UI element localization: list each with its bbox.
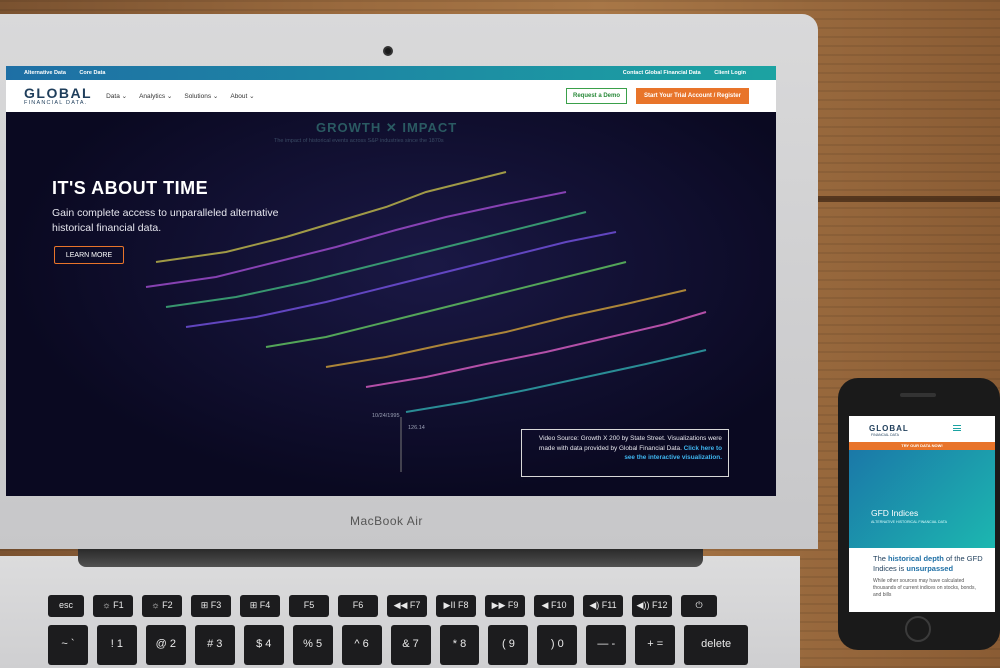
keyboard: esc ☼ F1 ☼ F2 ⊞ F3 ⊞ F4 F5 F6 ◀◀ F7 ▶II … xyxy=(48,595,749,668)
topbar-link-alternative-data[interactable]: Alternative Data xyxy=(24,70,66,76)
series-line xyxy=(325,289,687,368)
hero-title: IT'S ABOUT TIME xyxy=(52,178,209,198)
video-source-box: Video Source: Growth X 200 by State Stre… xyxy=(521,429,729,477)
hamburger-menu-icon[interactable] xyxy=(953,425,961,431)
phone-home-button[interactable] xyxy=(905,616,931,642)
phone-heading-pre: The xyxy=(873,554,889,563)
series-line xyxy=(405,349,707,413)
phone-speaker xyxy=(900,393,936,397)
key-f12[interactable]: ◀)) F12 xyxy=(632,595,672,617)
key-1[interactable]: ! 1 xyxy=(96,625,137,665)
site-logo[interactable]: GLOBAL FINANCIAL DATA. xyxy=(24,86,92,107)
key-f11[interactable]: ◀) F11 xyxy=(583,595,623,617)
key-f5[interactable]: F5 xyxy=(289,595,329,617)
key-f3[interactable]: ⊞ F3 xyxy=(191,595,231,617)
top-utility-bar: Alternative Data Core Data Contact Globa… xyxy=(6,66,776,80)
phone-body-text: While other sources may have calculated … xyxy=(873,578,976,598)
hero-section: GROWTH ✕ IMPACT The impact of historical… xyxy=(6,112,776,496)
series-line xyxy=(265,261,627,348)
key-equals[interactable]: + = xyxy=(635,625,676,665)
topbar-link-contact[interactable]: Contact Global Financial Data xyxy=(623,70,701,76)
chart-subtitle: The impact of historical events across S… xyxy=(274,138,444,144)
logo-subtext: FINANCIAL DATA. xyxy=(24,99,88,106)
nav-item-data[interactable]: Data ⌄ xyxy=(106,92,127,100)
key-f4[interactable]: ⊞ F4 xyxy=(240,595,280,617)
phone-logo[interactable]: GLOBAL xyxy=(869,424,909,433)
hero-subtitle: Gain complete access to unparalleled alt… xyxy=(52,207,279,235)
learn-more-button[interactable]: LEARN MORE xyxy=(54,246,124,264)
key-7[interactable]: & 7 xyxy=(390,625,431,665)
chart-title: GROWTH ✕ IMPACT xyxy=(316,120,458,135)
key-minus[interactable]: — - xyxy=(586,625,627,665)
main-navbar: GLOBAL FINANCIAL DATA. Data ⌄ Analytics … xyxy=(6,80,776,112)
timeline-value: 126.14 xyxy=(408,425,425,431)
camera-icon xyxy=(383,46,393,56)
timeline-date: 10/24/1995 xyxy=(372,413,400,419)
phone-heading-bold-1: historical depth xyxy=(888,554,944,563)
key-f1[interactable]: ☼ F1 xyxy=(93,595,133,617)
key-5[interactable]: % 5 xyxy=(292,625,333,665)
key-f6[interactable]: F6 xyxy=(338,595,378,617)
phone-heading: The historical depth of the GFD Indices … xyxy=(873,554,983,574)
keyboard-row-numbers: ~ ` ! 1 @ 2 # 3 $ 4 % 5 ^ 6 & 7 * 8 ( 9 … xyxy=(48,625,749,665)
phone-heading-bold-2: unsurpassed xyxy=(906,564,954,574)
key-6[interactable]: ^ 6 xyxy=(341,625,382,665)
laptop-hinge xyxy=(78,549,703,567)
key-f2[interactable]: ☼ F2 xyxy=(142,595,182,617)
key-f8[interactable]: ▶II F8 xyxy=(436,595,476,617)
topbar-link-core-data[interactable]: Core Data xyxy=(79,70,105,76)
laptop-brand: MacBook Air xyxy=(350,514,423,528)
key-0[interactable]: ) 0 xyxy=(537,625,578,665)
key-tilde[interactable]: ~ ` xyxy=(48,625,88,665)
nav-item-solutions[interactable]: Solutions ⌄ xyxy=(184,92,218,100)
logo-text: GLOBAL xyxy=(24,84,93,101)
phone-hero-subtitle: ALTERNATIVE HISTORICAL FINANCIAL DATA xyxy=(871,520,948,524)
phone-hero xyxy=(849,450,995,548)
key-esc[interactable]: esc xyxy=(48,595,84,617)
key-3[interactable]: # 3 xyxy=(194,625,235,665)
key-f10[interactable]: ◀ F10 xyxy=(534,595,574,617)
key-4[interactable]: $ 4 xyxy=(243,625,284,665)
key-2[interactable]: @ 2 xyxy=(145,625,186,665)
key-power[interactable]: ⏻ xyxy=(681,595,717,617)
request-demo-button[interactable]: Request a Demo xyxy=(566,88,628,104)
phone-cta-bar[interactable]: TRY OUR DATA NOW! xyxy=(849,442,995,450)
key-delete[interactable]: delete xyxy=(684,625,749,665)
key-8[interactable]: * 8 xyxy=(439,625,480,665)
laptop-screen: Alternative Data Core Data Contact Globa… xyxy=(6,66,776,496)
start-trial-button[interactable]: Start Your Trial Account / Register xyxy=(636,88,749,104)
key-f7[interactable]: ◀◀ F7 xyxy=(387,595,427,617)
key-f9[interactable]: ▶▶ F9 xyxy=(485,595,525,617)
topbar-link-client-login[interactable]: Client Login xyxy=(714,70,746,76)
key-9[interactable]: ( 9 xyxy=(488,625,529,665)
keyboard-row-function: esc ☼ F1 ☼ F2 ⊞ F3 ⊞ F4 F5 F6 ◀◀ F7 ▶II … xyxy=(48,595,748,617)
phone-logo-subtext: FINANCIAL DATA xyxy=(871,433,899,437)
nav-item-analytics[interactable]: Analytics ⌄ xyxy=(139,92,172,100)
phone-hero-title: GFD Indices xyxy=(871,508,919,518)
nav-item-about[interactable]: About ⌄ xyxy=(230,92,254,100)
phone-screen: GLOBAL FINANCIAL DATA TRY OUR DATA NOW! … xyxy=(849,416,995,612)
